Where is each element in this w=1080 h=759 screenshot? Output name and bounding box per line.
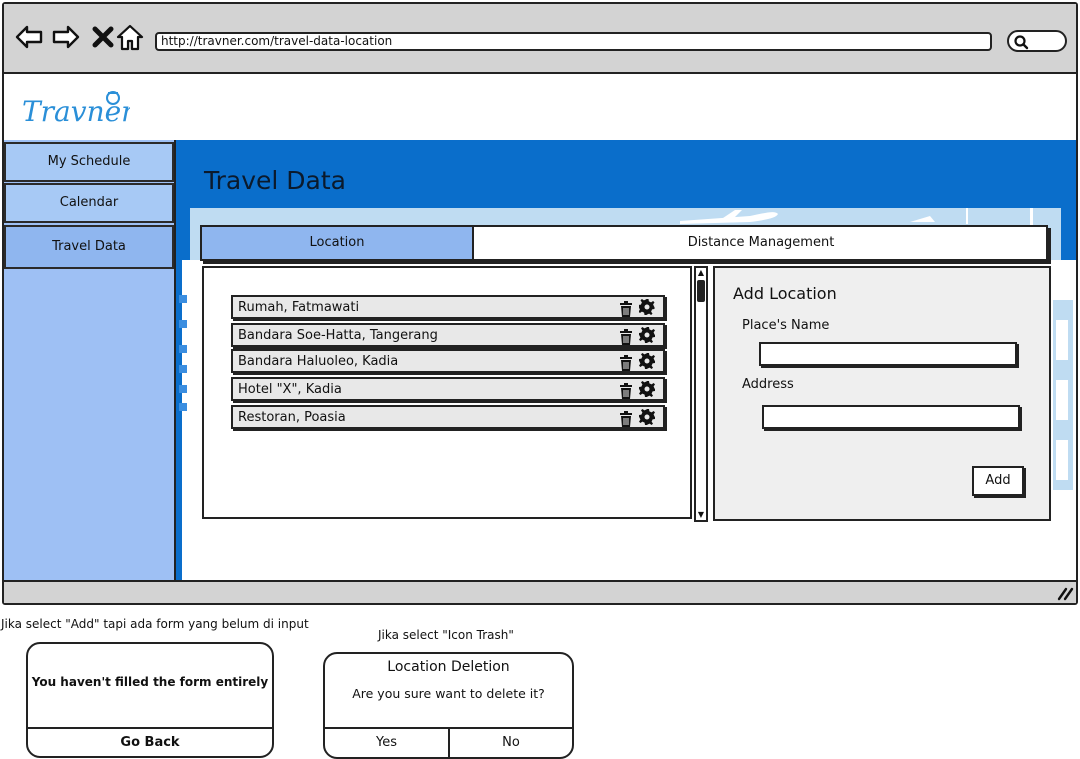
gear-icon[interactable] [639, 409, 655, 425]
tab-bar: Location Distance Management [200, 225, 1048, 261]
trash-icon[interactable] [619, 301, 633, 317]
trash-icon[interactable] [619, 355, 633, 371]
sidebar-item-travel-data[interactable]: Travel Data [4, 225, 174, 269]
location-deletion-dialog: Location Deletion Are you sure want to d… [323, 652, 574, 759]
gear-icon[interactable] [639, 299, 655, 315]
dialog-title: Location Deletion [387, 659, 510, 675]
add-location-form: Add Location Place's Name Address Add [713, 266, 1051, 521]
location-name: Bandara Haluoleo, Kadia [238, 354, 399, 369]
trash-icon[interactable] [619, 329, 633, 345]
list-item[interactable]: Rumah, Fatmawati [231, 295, 665, 319]
home-icon[interactable] [115, 22, 145, 52]
go-back-button[interactable]: Go Back [28, 729, 272, 756]
gear-icon[interactable] [639, 353, 655, 369]
resize-grip-icon[interactable] [1056, 585, 1074, 601]
travner-logo[interactable]: Travner [20, 85, 130, 130]
location-name: Bandara Soe-Hatta, Tangerang [238, 328, 438, 343]
forward-arrow-icon[interactable] [51, 22, 81, 52]
trash-icon[interactable] [619, 411, 633, 427]
dialog-message: You haven't filled the form entirely [31, 675, 269, 689]
dialog-message: Are you sure want to delete it? [352, 686, 545, 701]
sidebar-item-my-schedule[interactable]: My Schedule [4, 142, 174, 182]
building-icon [1053, 300, 1073, 490]
url-bar[interactable]: http://travner.com/travel-data-location [155, 32, 992, 51]
add-button[interactable]: Add [972, 466, 1024, 496]
incomplete-form-dialog: You haven't filled the form entirely Go … [26, 642, 274, 758]
list-item[interactable]: Bandara Haluoleo, Kadia [231, 349, 665, 373]
sidebar-item-calendar[interactable]: Calendar [4, 183, 174, 223]
yes-button[interactable]: Yes [325, 729, 448, 757]
scroll-down-icon[interactable]: ▼ [696, 510, 706, 520]
no-button[interactable]: No [450, 729, 572, 757]
note-incomplete-form: Jika select "Add" tapi ada form yang bel… [1, 617, 309, 631]
location-name: Rumah, Fatmawati [238, 300, 360, 315]
tab-distance-management[interactable]: Distance Management [476, 227, 1046, 259]
app-header [4, 76, 1076, 140]
scroll-up-icon[interactable]: ▲ [696, 268, 706, 278]
gear-icon[interactable] [639, 381, 655, 397]
status-bar [4, 580, 1076, 603]
place-name-input[interactable] [759, 342, 1017, 366]
location-name: Restoran, Poasia [238, 410, 346, 425]
address-label: Address [742, 377, 794, 392]
close-icon[interactable] [88, 22, 118, 52]
gear-icon[interactable] [639, 327, 655, 343]
back-arrow-icon[interactable] [14, 22, 44, 52]
tab-location[interactable]: Location [202, 227, 474, 259]
form-title: Add Location [733, 284, 837, 303]
list-item[interactable]: Bandara Soe-Hatta, Tangerang [231, 323, 665, 347]
search-icon [1014, 35, 1029, 50]
address-input[interactable] [762, 405, 1020, 429]
location-name: Hotel "X", Kadia [238, 382, 342, 397]
building-icon [179, 295, 187, 411]
list-item[interactable]: Restoran, Poasia [231, 405, 665, 429]
page-title: Travel Data [204, 166, 346, 195]
browser-search-field[interactable] [1007, 30, 1067, 52]
place-name-label: Place's Name [742, 318, 830, 333]
trash-icon[interactable] [619, 383, 633, 399]
list-item[interactable]: Hotel "X", Kadia [231, 377, 665, 401]
scrollbar[interactable]: ▲ ▼ [694, 266, 708, 522]
scroll-thumb[interactable] [697, 280, 705, 302]
note-trash-select: Jika select "Icon Trash" [378, 628, 514, 642]
